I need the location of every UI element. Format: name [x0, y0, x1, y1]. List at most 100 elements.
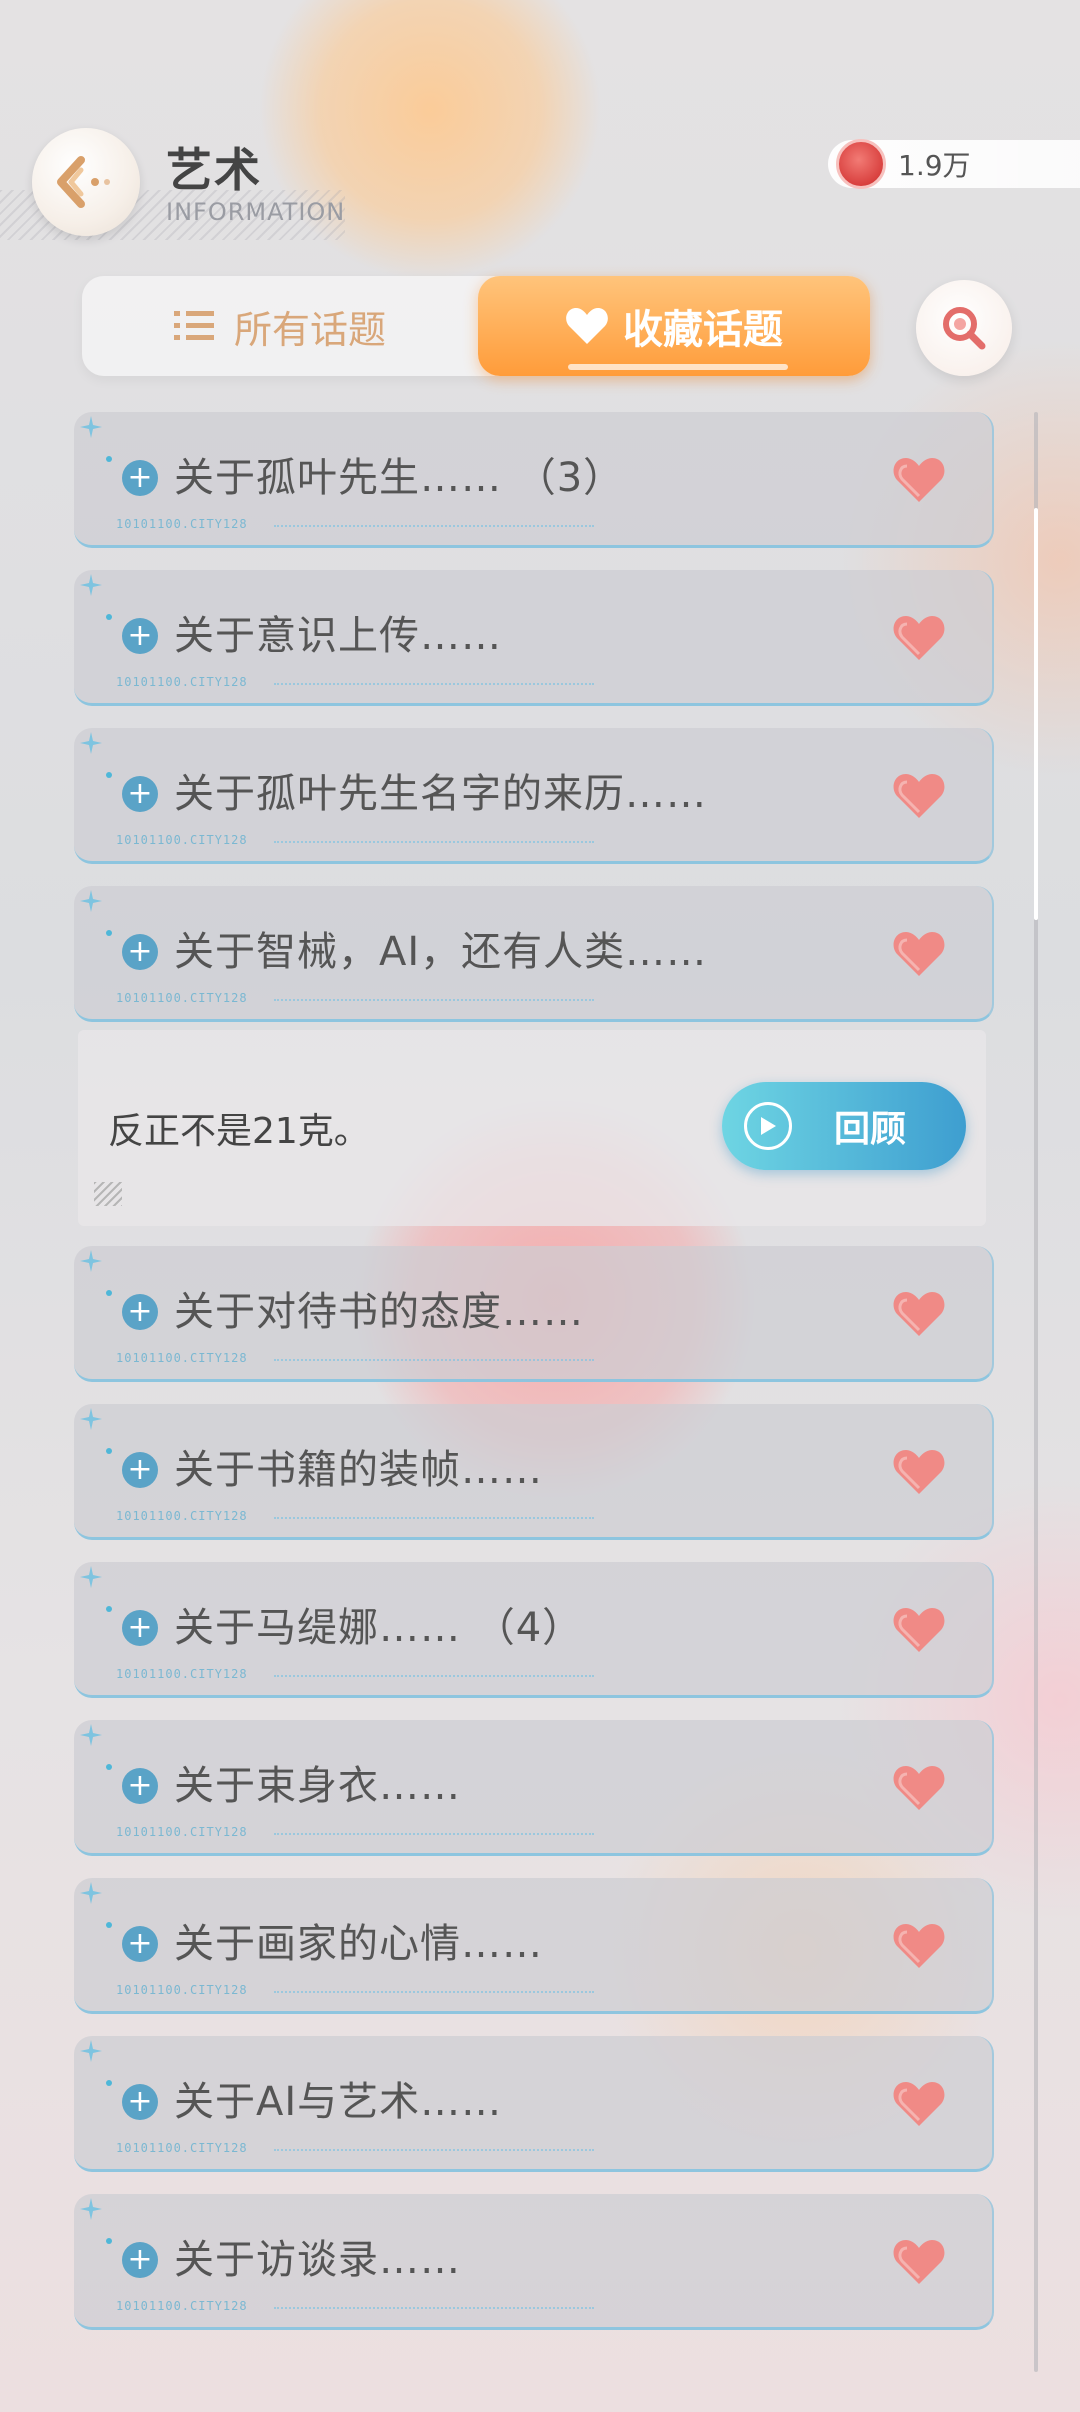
- topic-card[interactable]: + 关于访谈录…… 10101100.CITY128: [74, 2194, 994, 2330]
- card-dot: [106, 1764, 112, 1770]
- header: 艺术 INFORMATION 1.9万: [0, 0, 1080, 260]
- card-code: 10101100.CITY128: [116, 1667, 248, 1681]
- back-arrow-icon: [57, 156, 110, 208]
- heart-icon[interactable]: [892, 1764, 946, 1812]
- topic-card[interactable]: + 关于束身衣…… 10101100.CITY128: [74, 1720, 994, 1856]
- card-divider: [274, 841, 594, 843]
- currency-display: 1.9万: [828, 139, 1080, 189]
- plus-icon: +: [122, 1768, 158, 1804]
- card-code: 10101100.CITY128: [116, 2141, 248, 2155]
- card-divider: [274, 2307, 594, 2309]
- card-code: 10101100.CITY128: [116, 2299, 248, 2313]
- topic-card[interactable]: + 关于孤叶先生名字的来历…… 10101100.CITY128: [74, 728, 994, 864]
- sparkle-icon: [80, 1882, 102, 1904]
- page-title: 艺术: [166, 143, 262, 197]
- card-code: 10101100.CITY128: [116, 991, 248, 1005]
- card-divider: [274, 1991, 594, 1993]
- card-dot: [106, 1922, 112, 1928]
- sparkle-icon: [80, 890, 102, 912]
- topic-tabs: 所有话题 收藏话题: [82, 276, 870, 376]
- panel-decoration: [94, 1182, 122, 1206]
- card-dot: [106, 930, 112, 936]
- topic-label: 关于马缇娜…… （4）: [174, 1605, 584, 1651]
- card-dot: [106, 456, 112, 462]
- review-button[interactable]: 回顾: [722, 1082, 966, 1170]
- card-divider: [274, 999, 594, 1001]
- answer-text: 反正不是21克。: [108, 1111, 370, 1152]
- sparkle-icon: [80, 2040, 102, 2062]
- card-divider: [274, 1359, 594, 1361]
- tab-all-topics[interactable]: 所有话题: [82, 276, 478, 376]
- sparkle-icon: [80, 2198, 102, 2220]
- heart-icon[interactable]: [892, 772, 946, 820]
- plus-icon: +: [122, 1610, 158, 1646]
- topic-label: 关于孤叶先生名字的来历……: [174, 771, 707, 817]
- card-divider: [274, 1675, 594, 1677]
- heart-icon: [566, 308, 608, 344]
- topic-card[interactable]: + 关于马缇娜…… （4） 10101100.CITY128: [74, 1562, 994, 1698]
- topic-label: 关于对待书的态度……: [174, 1289, 584, 1335]
- heart-icon[interactable]: [892, 456, 946, 504]
- topic-label: 关于AI与艺术……: [174, 2079, 503, 2125]
- sparkle-icon: [80, 1250, 102, 1272]
- page-subtitle: INFORMATION: [166, 198, 346, 226]
- card-code: 10101100.CITY128: [116, 1351, 248, 1365]
- heart-icon[interactable]: [892, 1448, 946, 1496]
- plus-icon: +: [122, 776, 158, 812]
- tab-favorite-label: 收藏话题: [623, 307, 783, 353]
- search-icon: [943, 307, 986, 350]
- heart-icon[interactable]: [892, 930, 946, 978]
- card-dot: [106, 1448, 112, 1454]
- list-icon: [173, 311, 214, 340]
- heart-icon[interactable]: [892, 1606, 946, 1654]
- plus-icon: +: [122, 2242, 158, 2278]
- heart-icon[interactable]: [892, 2238, 946, 2286]
- topic-answer-panel: 反正不是21克。 回顾: [78, 1030, 986, 1226]
- topic-label: 关于访谈录……: [174, 2237, 461, 2283]
- topic-card[interactable]: + 关于书籍的装帧…… 10101100.CITY128: [74, 1404, 994, 1540]
- search-button[interactable]: [916, 280, 1012, 376]
- topic-card[interactable]: + 关于AI与艺术…… 10101100.CITY128: [74, 2036, 994, 2172]
- plus-icon: +: [122, 1452, 158, 1488]
- card-code: 10101100.CITY128: [116, 833, 248, 847]
- sparkle-icon: [80, 416, 102, 438]
- currency-value: 1.9万: [898, 149, 971, 182]
- heart-icon[interactable]: [892, 1290, 946, 1338]
- topic-label: 关于书籍的装帧……: [174, 1447, 543, 1493]
- topic-card[interactable]: + 关于画家的心情…… 10101100.CITY128: [74, 1878, 994, 2014]
- plus-icon: +: [122, 934, 158, 970]
- plus-icon: +: [122, 1294, 158, 1330]
- sparkle-icon: [80, 732, 102, 754]
- card-divider: [274, 525, 594, 527]
- card-code: 10101100.CITY128: [116, 675, 248, 689]
- tab-active-indicator: [568, 364, 788, 370]
- topic-card[interactable]: + 关于对待书的态度…… 10101100.CITY128: [74, 1246, 994, 1382]
- tab-favorite-topics[interactable]: 收藏话题: [478, 276, 870, 376]
- tab-all-label: 所有话题: [233, 307, 386, 352]
- plus-icon: +: [122, 1926, 158, 1962]
- plus-icon: +: [122, 2084, 158, 2120]
- card-dot: [106, 2080, 112, 2086]
- sparkle-icon: [80, 1408, 102, 1430]
- card-divider: [274, 2149, 594, 2151]
- topic-card[interactable]: + 关于孤叶先生…… （3） 10101100.CITY128: [74, 412, 994, 548]
- card-divider: [274, 1517, 594, 1519]
- card-dot: [106, 2238, 112, 2244]
- topic-card[interactable]: + 关于意识上传…… 10101100.CITY128: [74, 570, 994, 706]
- sparkle-icon: [80, 1566, 102, 1588]
- topic-label: 关于束身衣……: [174, 1763, 461, 1809]
- heart-icon[interactable]: [892, 1922, 946, 1970]
- coin-icon: [836, 139, 886, 189]
- heart-icon[interactable]: [892, 614, 946, 662]
- card-divider: [274, 1833, 594, 1835]
- heart-icon[interactable]: [892, 2080, 946, 2128]
- back-button[interactable]: [32, 128, 140, 236]
- topic-card[interactable]: + 关于智械，AI，还有人类…… 10101100.CITY128: [74, 886, 994, 1022]
- topic-label: 关于意识上传……: [174, 613, 502, 659]
- card-code: 10101100.CITY128: [116, 1509, 248, 1523]
- card-dot: [106, 772, 112, 778]
- play-icon: [744, 1102, 792, 1150]
- scrollbar-thumb[interactable]: [1034, 508, 1038, 920]
- plus-icon: +: [122, 460, 158, 496]
- card-divider: [274, 683, 594, 685]
